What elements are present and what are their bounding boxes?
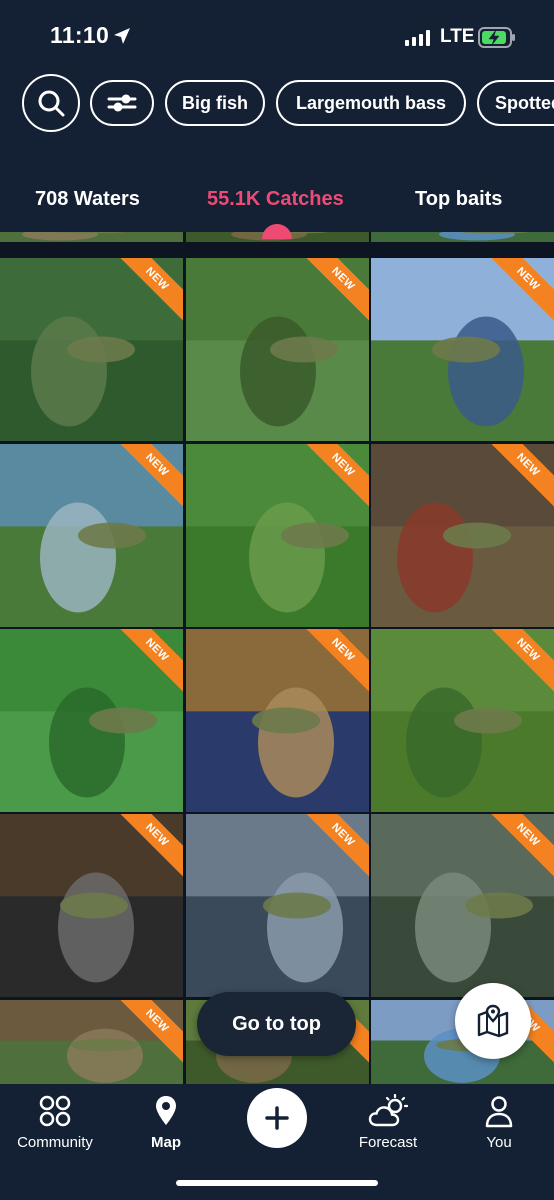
catch-grid: NEWNEWNEWNEWNEWNEWNEWNEWNEWNEWNEWNEWNEWN… [0,232,554,1084]
chip-largemouth-bass[interactable]: Largemouth bass [276,80,466,126]
user-icon [485,1096,513,1128]
catch-photo-tile[interactable]: NEW [0,629,183,812]
weather-cloud-icon [368,1094,408,1127]
nav-map[interactable]: Map [111,1094,221,1151]
tab-top-baits[interactable]: Top baits [415,188,502,211]
nav-map-label: Map [151,1134,181,1151]
catch-photo-tile[interactable]: NEW [186,444,369,627]
catch-photo-tile[interactable]: NEW [0,444,183,627]
catch-photo-tile[interactable]: NEW [0,258,183,441]
nav-you[interactable]: You [444,1094,554,1151]
catch-photo-tile[interactable] [371,232,554,242]
filter-settings-button[interactable] [90,80,154,126]
chip-clip: Spotted bass [477,80,554,126]
chip-big-fish[interactable]: Big fish [165,80,265,126]
sliders-icon [107,94,137,112]
catch-photo [0,232,183,242]
chip-spotted-bass[interactable]: Spotted bass [477,80,554,126]
plus-icon [265,1106,289,1130]
nav-community-label: Community [17,1134,93,1151]
catch-photo-tile[interactable]: NEW [371,444,554,627]
location-arrow-icon [114,28,130,44]
status-bar: 11:10 LTE [0,0,554,74]
grid-circles-icon [39,1095,71,1127]
search-button[interactable] [22,74,80,132]
catch-photo-tile[interactable]: NEW [0,1000,183,1084]
tab-catches[interactable]: 55.1K Catches [207,188,344,211]
catch-photo-tile[interactable]: NEW [186,258,369,441]
add-catch-button[interactable] [247,1088,307,1148]
catch-photo-tile[interactable]: NEW [186,814,369,997]
catch-photo-tile[interactable]: NEW [371,814,554,997]
nav-forecast[interactable]: Forecast [333,1094,443,1151]
catch-photo-tile[interactable]: NEW [0,814,183,997]
battery-charging-icon [478,27,515,48]
search-icon [38,90,65,117]
network-label: LTE [440,26,475,47]
catch-photo-tile[interactable] [0,232,183,242]
signal-icon [405,30,430,46]
home-indicator [176,1180,378,1186]
map-pin-icon [477,1004,509,1038]
map-marker-icon [156,1096,176,1125]
catch-photo-tile[interactable]: NEW [371,258,554,441]
catch-photo [371,232,554,242]
go-to-top-button[interactable]: Go to top [197,992,356,1056]
map-view-button[interactable] [455,983,531,1059]
catch-photo-tile[interactable]: NEW [371,629,554,812]
catch-photo-tile[interactable]: NEW [186,629,369,812]
nav-community[interactable]: Community [0,1094,110,1151]
tab-waters[interactable]: 708 Waters [35,188,140,211]
nav-forecast-label: Forecast [358,1134,418,1151]
nav-you-label: You [486,1134,512,1151]
status-time: 11:10 [50,22,110,48]
